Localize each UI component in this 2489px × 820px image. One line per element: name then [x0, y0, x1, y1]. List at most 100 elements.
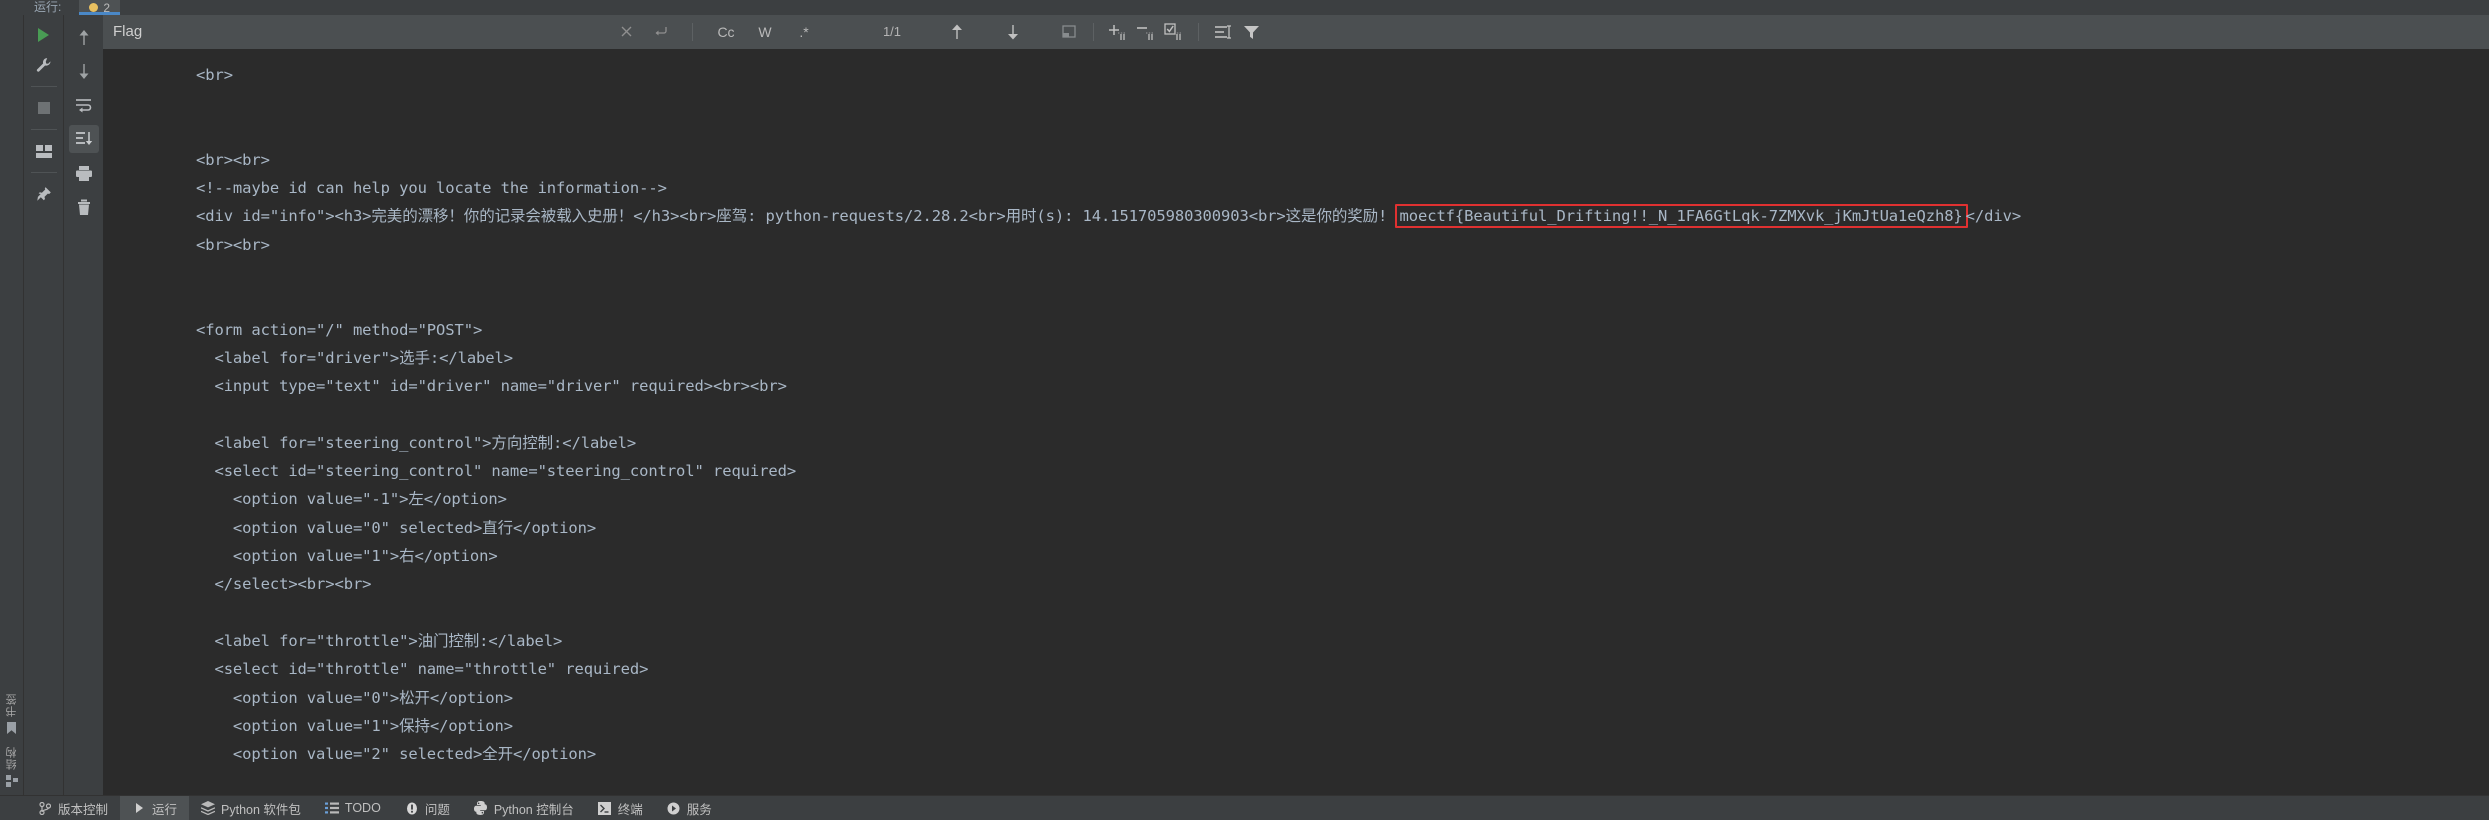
status-bar-item-5[interactable]: Python 控制台 [462, 796, 586, 820]
packages-icon [201, 801, 216, 815]
clear-all-button[interactable] [69, 193, 99, 221]
pycharm-window: 运行: 2 书签 结构 Flag Cc W .* 1/1 <br> <br><b… [0, 0, 2489, 820]
bookmark-icon [6, 722, 17, 734]
print-button[interactable] [69, 159, 99, 187]
console-line: <select id="throttle" name="throttle" re… [196, 660, 649, 679]
flag-line-prefix: <div id="info"><h3>完美的漂移！你的记录会被载入史册！</h3… [196, 207, 1397, 226]
status-bar-item-6[interactable]: 终端 [586, 796, 655, 820]
soft-wrap-button[interactable] [69, 91, 99, 119]
status-bar-item-0[interactable]: 版本控制 [26, 796, 120, 820]
layout-button[interactable] [29, 137, 59, 165]
stop-square-icon [37, 101, 51, 115]
stripe-items: 书签 结构 [0, 693, 23, 787]
select-occurrences-icon[interactable] [1161, 19, 1187, 45]
console-line: <label for="driver">选手:</label> [196, 348, 513, 367]
left-toolwindow-stripe: 书签 结构 [0, 15, 24, 795]
console-output[interactable]: <br> <br><br> <!--maybe id can help you l… [64, 49, 2489, 795]
printer-icon [75, 165, 93, 182]
main-body: 书签 结构 Flag Cc W .* 1/1 <br> <br><br> <!-… [0, 14, 2489, 795]
scroll-to-end-button[interactable] [68, 125, 99, 153]
status-bar-item-4[interactable]: 问题 [393, 796, 462, 820]
match-case-toggle[interactable]: Cc [711, 19, 741, 45]
terminal-icon [598, 801, 612, 815]
sidebar-item-bookmarks[interactable]: 书签 [4, 693, 20, 734]
console-line: <option value="1">右</option> [196, 547, 498, 566]
toolbar-divider [692, 22, 693, 41]
status-bar-item-label: TODO [344, 801, 381, 815]
status-bar-items: 版本控制 运行 Python 软件包 TODO 问题 Python 控制台 终端 服务 [26, 795, 724, 820]
soft-wrap-icon [75, 98, 93, 113]
console-line: <!--maybe id can help you locate the inf… [196, 179, 667, 198]
status-bar-item-label: 问题 [424, 802, 450, 817]
run-toolbar-rail [24, 15, 64, 795]
status-bar-item-label: Python 软件包 [221, 802, 301, 817]
run-console: Cc W .* 1/1 [64, 14, 2489, 795]
toggle-list-icon[interactable] [1210, 19, 1236, 45]
sidebar-item-structure[interactable]: 结构 [4, 746, 20, 787]
rerun-button[interactable] [29, 21, 59, 49]
layout-icon [35, 144, 52, 158]
status-bar-item-3[interactable]: TODO [313, 796, 393, 820]
status-bar-item-label: 终端 [617, 802, 643, 817]
toolbar-divider [1093, 22, 1094, 41]
todo-icon [324, 801, 339, 815]
scroll-up-button[interactable] [69, 23, 99, 51]
status-bar-item-label: Python 控制台 [493, 802, 574, 817]
console-line: <input type="text" id="driver" name="dri… [196, 377, 787, 396]
words-toggle[interactable]: W [750, 19, 780, 45]
pin-tab-button[interactable] [29, 180, 59, 208]
search-field-container[interactable]: Cc W .* [64, 14, 854, 49]
scroll-to-end-icon [75, 131, 93, 147]
match-counter: 1/1 [882, 24, 902, 39]
structure-icon [5, 775, 18, 787]
console-line: <br> [196, 66, 233, 84]
stop-button[interactable] [29, 94, 59, 122]
header-left-spacer [0, 0, 30, 15]
run-toolwindow-header: 运行: 2 [0, 0, 2489, 15]
flag-line-suffix: </div> [1965, 207, 2022, 226]
find-next-button[interactable] [1000, 19, 1026, 45]
status-bar-item-1[interactable]: 运行 [120, 795, 190, 820]
remove-occurrence-icon[interactable] [1133, 19, 1159, 45]
find-toolbar: Cc W .* 1/1 [64, 14, 2489, 49]
trash-icon [76, 199, 92, 216]
add-occurrence-icon[interactable] [1105, 19, 1131, 45]
run-tab[interactable]: 2 [79, 0, 121, 15]
problems-icon [405, 801, 419, 815]
regex-toggle[interactable]: .* [789, 19, 819, 45]
clear-search-button[interactable] [613, 19, 639, 45]
status-bar-item-7[interactable]: 服务 [655, 796, 724, 820]
find-previous-button[interactable] [944, 19, 970, 45]
python-icon [474, 801, 488, 815]
search-input[interactable] [113, 23, 604, 40]
status-bar-item-label: 运行 [152, 802, 178, 817]
wrap-arrow-icon[interactable] [648, 19, 674, 45]
settings-button[interactable] [29, 51, 59, 79]
status-bar-item-2[interactable]: Python 软件包 [189, 796, 313, 820]
console-line: <br><br> [196, 150, 270, 169]
console-line: <option value="-1">左</option> [196, 490, 507, 509]
arrow-up-icon [77, 29, 91, 46]
console-side-actions [64, 15, 103, 795]
console-lines: <br> <br><br> <!--maybe id can help you l… [64, 61, 2489, 768]
lightbulb-icon [89, 3, 99, 12]
services-icon [667, 801, 681, 815]
pin-icon [36, 186, 52, 202]
rail-divider [30, 172, 57, 173]
status-bar: 版本控制 运行 Python 软件包 TODO 问题 Python 控制台 终端 服务 [0, 795, 2489, 820]
scroll-down-button[interactable] [69, 57, 99, 85]
select-all-icon[interactable] [1056, 19, 1082, 45]
console-line: <label for="steering_control">方向控制:</lab… [196, 433, 637, 452]
status-bar-item-label: 服务 [686, 802, 712, 817]
flag-highlight[interactable]: moectf{Beautiful_Drifting!!_N_1FA6GtLqk-… [1394, 204, 1968, 229]
find-actions: 1/1 [854, 14, 2489, 49]
console-line: <div id="info"><h3>完美的漂移！你的记录会被载入史册！</h3… [64, 202, 2489, 230]
filter-icon[interactable] [1238, 19, 1264, 45]
console-line: <option value="0">松开</option> [196, 688, 513, 707]
console-line: <option value="0" selected>直行</option> [196, 518, 597, 537]
status-bar-item-label: 版本控制 [58, 802, 109, 817]
